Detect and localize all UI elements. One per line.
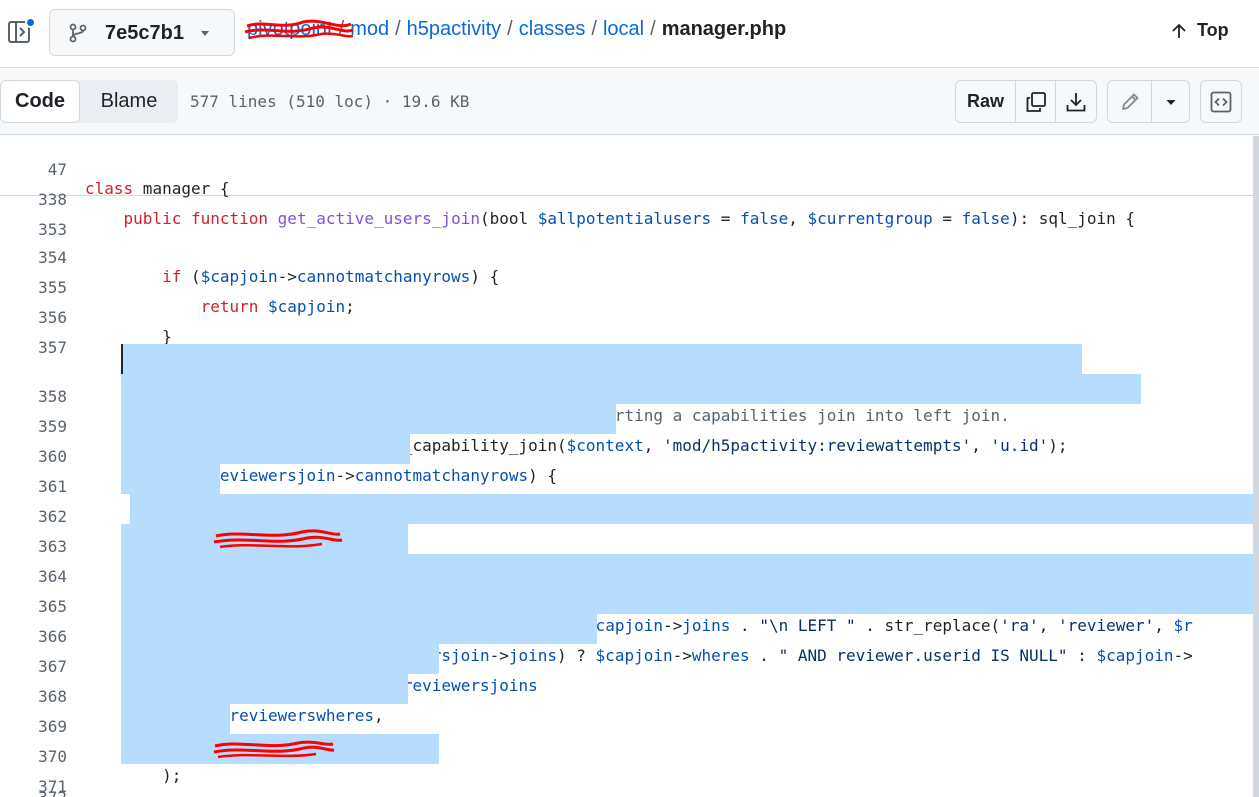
back-to-top-button[interactable]: Top: [1170, 20, 1229, 41]
code-line: 353: [0, 196, 1259, 239]
breadcrumb-link-mod[interactable]: mod: [350, 18, 389, 40]
file-header: Code Blame 577 lines (510 loc) · 19.6 KB…: [0, 69, 1259, 135]
code-line-selected: 371 // PIVOT POINT EDIT end.: [0, 734, 1259, 797]
pencil-icon: [1121, 93, 1138, 110]
code-line: 355 return $capjoin;: [0, 254, 1259, 316]
code-line-selected: 365 $reviewersjoins = ($reviewersjoin->j…: [0, 554, 1259, 635]
code-line: 354 if ($capjoin->cannotmatchanyrows) {: [0, 224, 1259, 286]
download-raw-button[interactable]: [1056, 81, 1096, 122]
code-line: 356 }: [0, 284, 1259, 346]
vertical-scrollbar[interactable]: [1253, 136, 1259, 797]
edit-menu-button[interactable]: [1152, 81, 1190, 122]
download-icon: [1066, 92, 1086, 111]
code-line-selected: 366 $reviewerswheres = ($reviewersjoin->…: [0, 584, 1259, 665]
breadcrumb-current-file: manager.php: [661, 18, 787, 40]
code-line-selected: 369 $capjoin->params: [0, 674, 1259, 755]
code-line-selected: 362 }: [0, 464, 1259, 545]
copy-raw-button[interactable]: [1016, 81, 1056, 122]
back-to-top-label: Top: [1197, 20, 1229, 40]
code-square-icon: [1210, 91, 1232, 112]
tab-code[interactable]: Code: [0, 80, 80, 123]
breadcrumb: pivotpoint / mod / h5pactivity / classes / loca…: [244, 18, 787, 41]
code-view[interactable]: 47 class manager { 338 public function g…: [0, 136, 1259, 797]
code-line: 372: [0, 764, 1259, 797]
code-line: 47 class manager {: [0, 136, 1259, 198]
redaction-scribble: [244, 19, 354, 40]
view-mode-switch: Code Blame: [0, 80, 178, 123]
raw-button[interactable]: Raw: [956, 81, 1016, 122]
code-line-selected: 370 );: [0, 704, 1259, 785]
code-line-selected: 367 $capjoin = new sql_join($reviewersjo…: [0, 614, 1259, 695]
code-line: 357: [0, 314, 1259, 357]
copy-icon: [1026, 91, 1046, 112]
symbols-panel-button[interactable]: [1200, 80, 1242, 123]
text-cursor: [121, 344, 123, 374]
branch-selector-button[interactable]: 7e5c7b1: [49, 9, 235, 56]
code-line-selected: 363: [0, 494, 1259, 556]
redaction-scribble: [213, 529, 343, 549]
triangle-down-icon: [1166, 99, 1176, 105]
raw-actions-group: Raw: [955, 80, 1097, 123]
code-line: 338 public function get_active_users_joi…: [0, 166, 1259, 228]
sticky-scope-header: 47 class manager { 338 public function g…: [0, 136, 1259, 228]
edit-actions-group: [1107, 80, 1190, 123]
code-line-selected: 361 return $capjoin;: [0, 434, 1259, 515]
file-navigation-bar: 7e5c7b1 pivotpoint / mod / h5pactivity / clas…: [0, 0, 1259, 68]
code-line-selected: 359 $reviewersjoin = get_with_capability…: [0, 374, 1259, 455]
git-branch-icon: [68, 23, 88, 43]
triangle-down-icon: [198, 26, 212, 40]
arrow-up-icon: [1172, 23, 1186, 38]
code-line-selected: 360 if ($reviewersjoin->cannotmatchanyro…: [0, 404, 1259, 485]
file-stats: 577 lines (510 loc) · 19.6 KB: [190, 92, 470, 111]
edit-file-button[interactable]: [1108, 81, 1152, 122]
redaction-scribble: [213, 740, 335, 759]
notification-dot: [25, 17, 36, 28]
breadcrumb-link-classes[interactable]: classes: [519, 18, 586, 40]
line-number[interactable]: 372: [0, 783, 67, 797]
code-line-selected: 358 // But excluding all reviewattempts …: [0, 344, 1259, 425]
code-line-selected: 364 // PIVOT POINT EDIT.: [0, 524, 1259, 605]
tab-blame[interactable]: Blame: [80, 80, 178, 123]
code-line-selected: 368 , $reviewerswheres,: [0, 644, 1259, 725]
branch-name: 7e5c7b1: [105, 22, 184, 44]
breadcrumb-link-local[interactable]: local: [603, 18, 644, 40]
breadcrumb-link-h5pactivity[interactable]: h5pactivity: [407, 18, 502, 40]
